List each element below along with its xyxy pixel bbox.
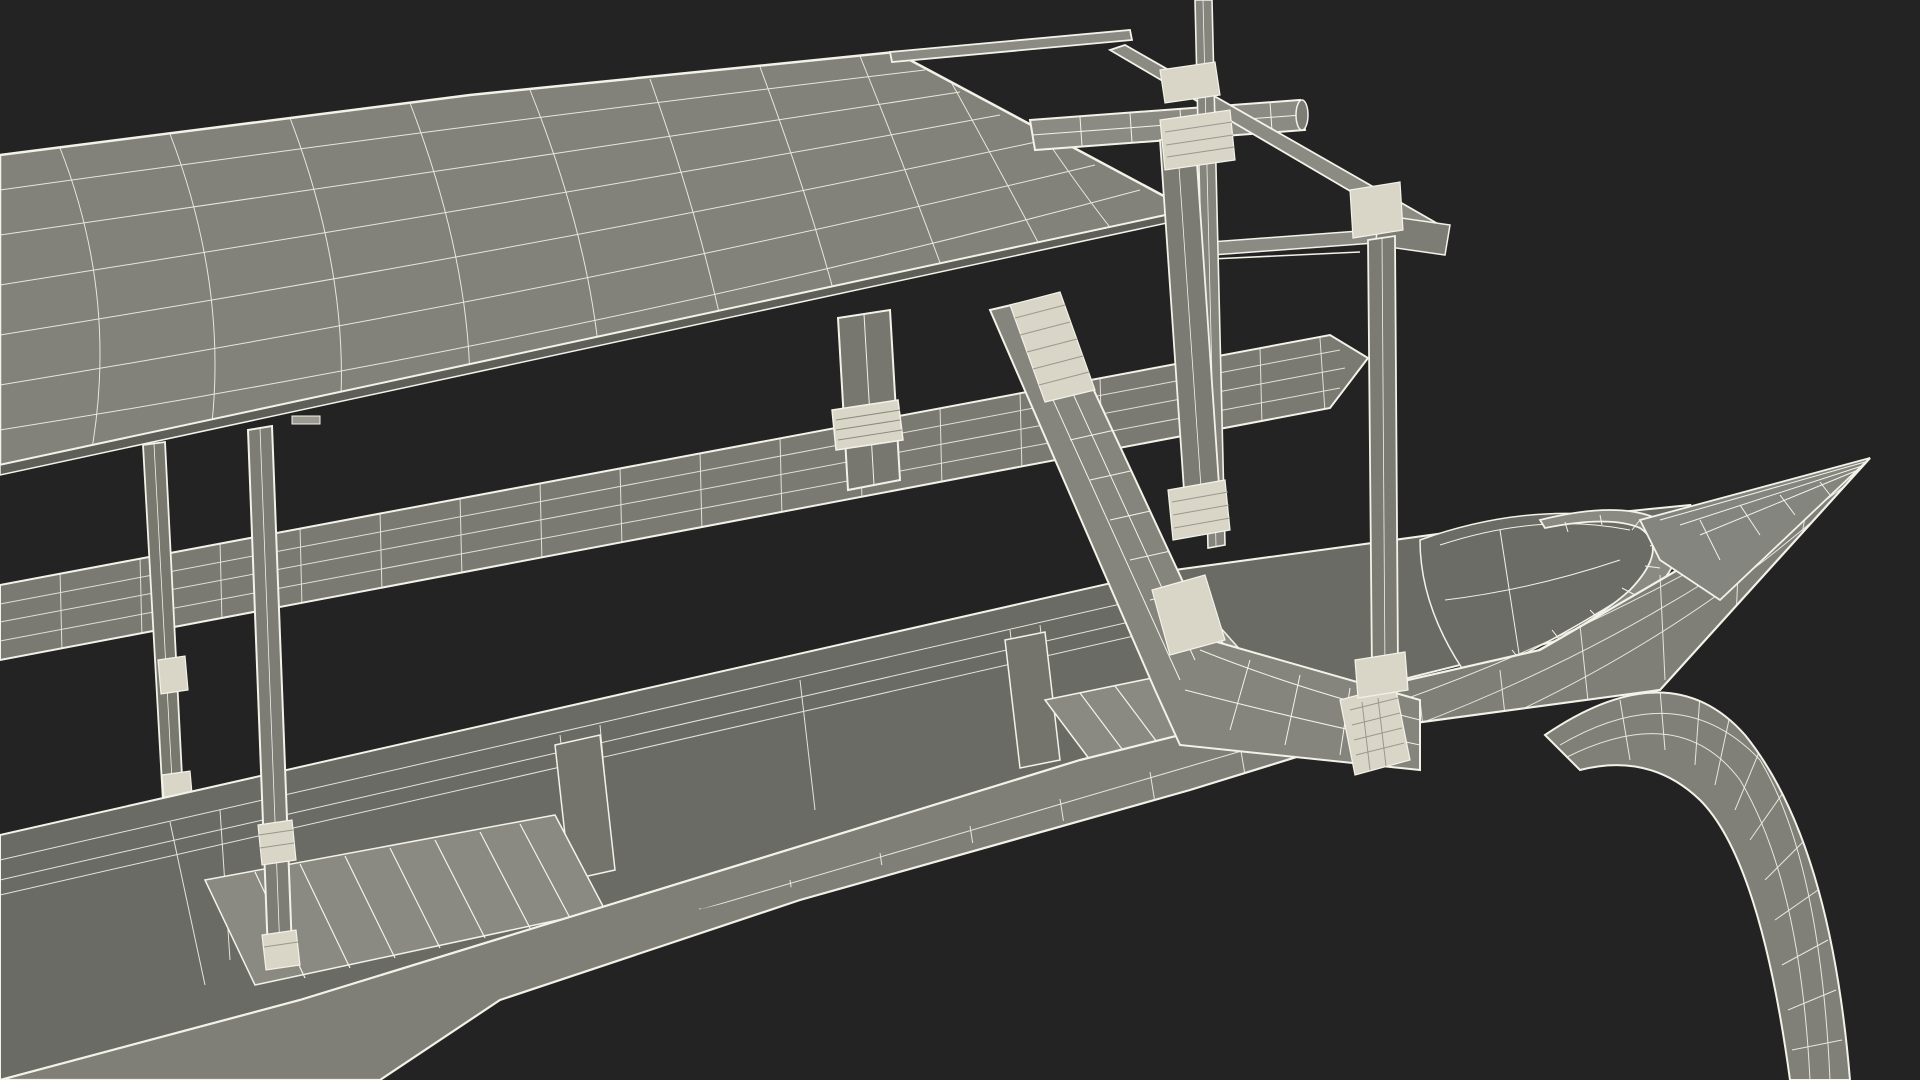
canopy-clip [291, 415, 321, 425]
render-viewport [0, 0, 1920, 1080]
outrigger-boat-wireframe-render [0, 0, 1920, 1080]
